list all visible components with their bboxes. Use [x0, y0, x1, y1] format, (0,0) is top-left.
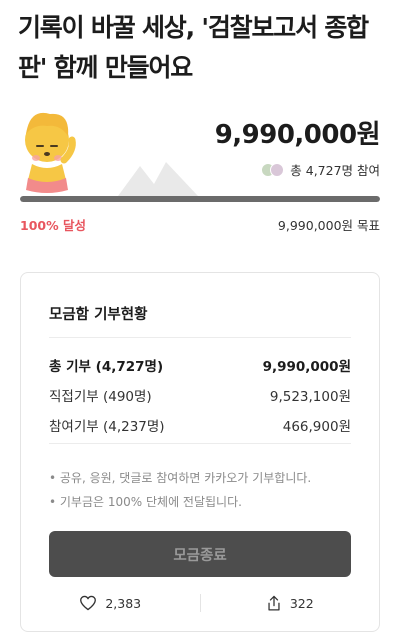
participant-avatars	[261, 162, 285, 177]
divider	[49, 337, 351, 338]
direct-donation-row: 직접기부 (490명) 9,523,100원	[49, 385, 351, 405]
character-illustration	[25, 112, 76, 193]
card-title: 모금함 기부현황	[49, 307, 148, 323]
note-delivery: • 기부금은 100% 단체에 전달됩니다.	[49, 495, 242, 509]
like-count: 2,383	[105, 595, 142, 611]
progress-fill	[20, 196, 380, 202]
row-value: 9,523,100원	[269, 389, 351, 405]
note-participation: • 공유, 응원, 댓글로 참여하면 카카오가 기부합니다.	[49, 471, 312, 485]
heart-icon	[80, 595, 97, 611]
like-button[interactable]: 2,383	[21, 591, 200, 615]
percent-achieved: 100% 달성	[20, 218, 86, 233]
progress-bar	[20, 196, 380, 202]
amount-raised: 9,990,000원	[214, 120, 381, 150]
participants-text: 총 4,727명 참여	[290, 163, 380, 178]
share-button[interactable]: 322	[201, 591, 380, 615]
participation-donation-row: 참여기부 (4,237명) 466,900원	[49, 415, 351, 435]
mountain-icon	[118, 162, 198, 196]
divider	[49, 443, 351, 444]
share-count: 322	[289, 595, 314, 611]
participants-count: 총 4,727명 참여	[261, 160, 380, 179]
row-value: 9,990,000원	[262, 359, 351, 375]
total-donation-row: 총 기부 (4,727명) 9,990,000원	[49, 355, 351, 375]
row-value: 466,900원	[282, 419, 351, 435]
share-icon	[268, 595, 280, 611]
action-bar: 2,383 322	[21, 591, 379, 615]
hero-section: 9,990,000원 총 4,727명 참여	[0, 96, 400, 206]
goal-amount: 9,990,000원 목표	[277, 218, 380, 233]
page-title: 기록이 바꿀 세상, '검찰보고서 종합판' 함께 만들어요	[18, 13, 369, 82]
fundraising-ended-button[interactable]: 모금종료	[49, 531, 351, 577]
row-label: 총 기부 (4,727명)	[49, 359, 164, 375]
row-label: 직접기부 (490명)	[49, 389, 152, 405]
row-label: 참여기부 (4,237명)	[49, 419, 165, 435]
donation-status-card: 모금함 기부현황 총 기부 (4,727명) 9,990,000원 직접기부 (…	[20, 272, 380, 632]
